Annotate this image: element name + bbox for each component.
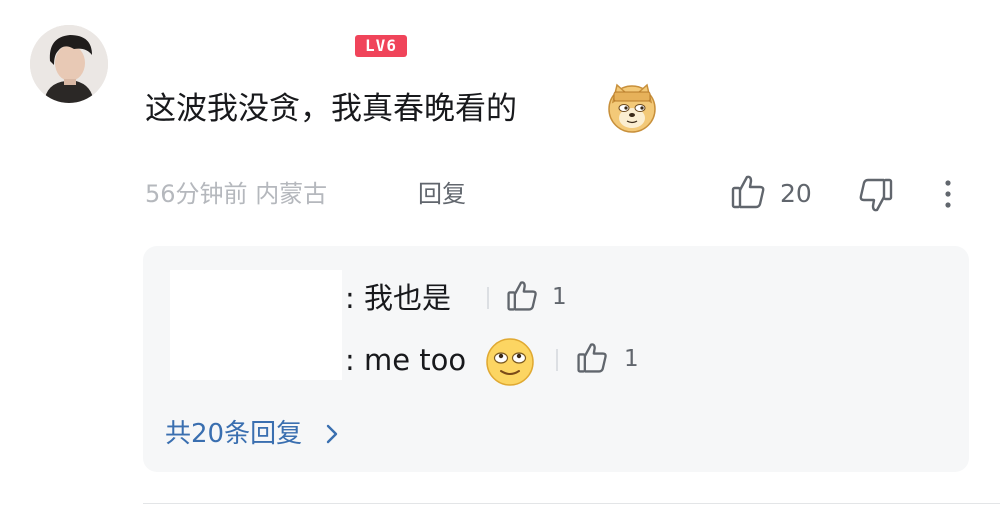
divider — [556, 349, 558, 371]
divider — [143, 503, 1000, 504]
comment-location: 内蒙古 — [255, 180, 328, 208]
view-all-replies-link[interactable]: 共20条回复 — [165, 414, 340, 454]
reply-text: : me too — [345, 343, 467, 377]
redacted-usernames — [170, 270, 342, 380]
comment-time: 56分钟前 — [145, 180, 248, 208]
chevron-right-icon — [326, 424, 338, 444]
comment-meta: 56分钟前 内蒙古 — [145, 176, 327, 212]
avatar[interactable] — [30, 25, 108, 103]
dislike-icon[interactable] — [858, 176, 894, 214]
reply-button[interactable]: 回复 — [418, 176, 466, 212]
smile-emoji-icon — [484, 336, 536, 388]
like-count: 20 — [780, 179, 812, 208]
like-icon[interactable] — [730, 173, 766, 211]
comment-text: 这波我没贪，我真春晚看的 — [145, 91, 517, 127]
level-badge: LV6 — [355, 35, 407, 57]
reply-text: : 我也是 — [345, 281, 451, 315]
divider — [487, 287, 489, 309]
reply-like-icon[interactable] — [505, 279, 539, 313]
reply-like-count: 1 — [552, 284, 567, 310]
reply-like-count: 1 — [624, 346, 639, 372]
doge-emoji-icon — [605, 80, 659, 134]
reply-like-icon[interactable] — [575, 341, 609, 375]
view-all-replies-label: 共20条回复 — [165, 419, 303, 449]
more-options-icon[interactable] — [936, 178, 960, 212]
